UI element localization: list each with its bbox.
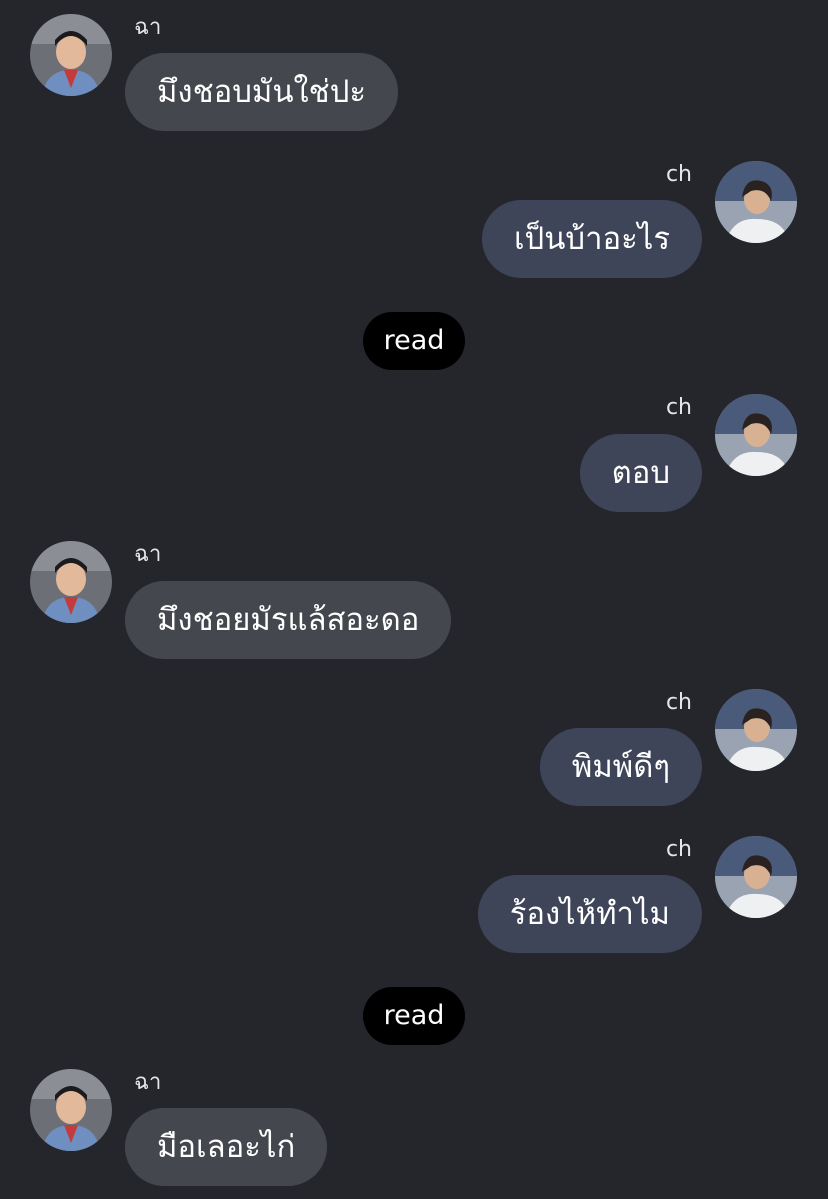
user-avatar-icon — [30, 14, 112, 96]
sender-name: ch — [665, 395, 692, 420]
message-bubble[interactable]: มึงชอบมันใช่ปะ — [125, 53, 399, 131]
user-avatar-icon — [715, 161, 797, 243]
user-avatar-icon — [715, 394, 797, 476]
message-bubble[interactable]: มือเลอะไก่ — [125, 1108, 328, 1186]
message-bubble[interactable]: ร้องไห้ทำไม — [477, 875, 702, 953]
message-bubble[interactable]: เป็นบ้าอะไร — [481, 200, 702, 278]
avatar[interactable] — [715, 161, 797, 243]
avatar[interactable] — [715, 836, 797, 918]
sender-name: ฉา — [134, 542, 162, 567]
avatar[interactable] — [715, 394, 797, 476]
read-receipt-badge: read — [363, 987, 465, 1045]
user-avatar-icon — [715, 836, 797, 918]
message-bubble[interactable]: พิมพ์ดีๆ — [539, 728, 702, 806]
user-avatar-icon — [715, 689, 797, 771]
message-bubble[interactable]: ตอบ — [579, 434, 702, 512]
user-avatar-icon — [30, 1069, 112, 1151]
user-avatar-icon — [30, 541, 112, 623]
avatar[interactable] — [30, 14, 112, 96]
sender-name: ch — [665, 690, 692, 715]
sender-name: ch — [665, 837, 692, 862]
avatar[interactable] — [715, 689, 797, 771]
sender-name: ฉา — [134, 1070, 162, 1095]
message-bubble[interactable]: มึงชอยมัรแล้สอะดอ — [125, 581, 452, 659]
avatar[interactable] — [30, 541, 112, 623]
read-receipt-badge: read — [363, 312, 465, 370]
sender-name: ch — [665, 162, 692, 187]
sender-name: ฉา — [134, 15, 162, 40]
avatar[interactable] — [30, 1069, 112, 1151]
